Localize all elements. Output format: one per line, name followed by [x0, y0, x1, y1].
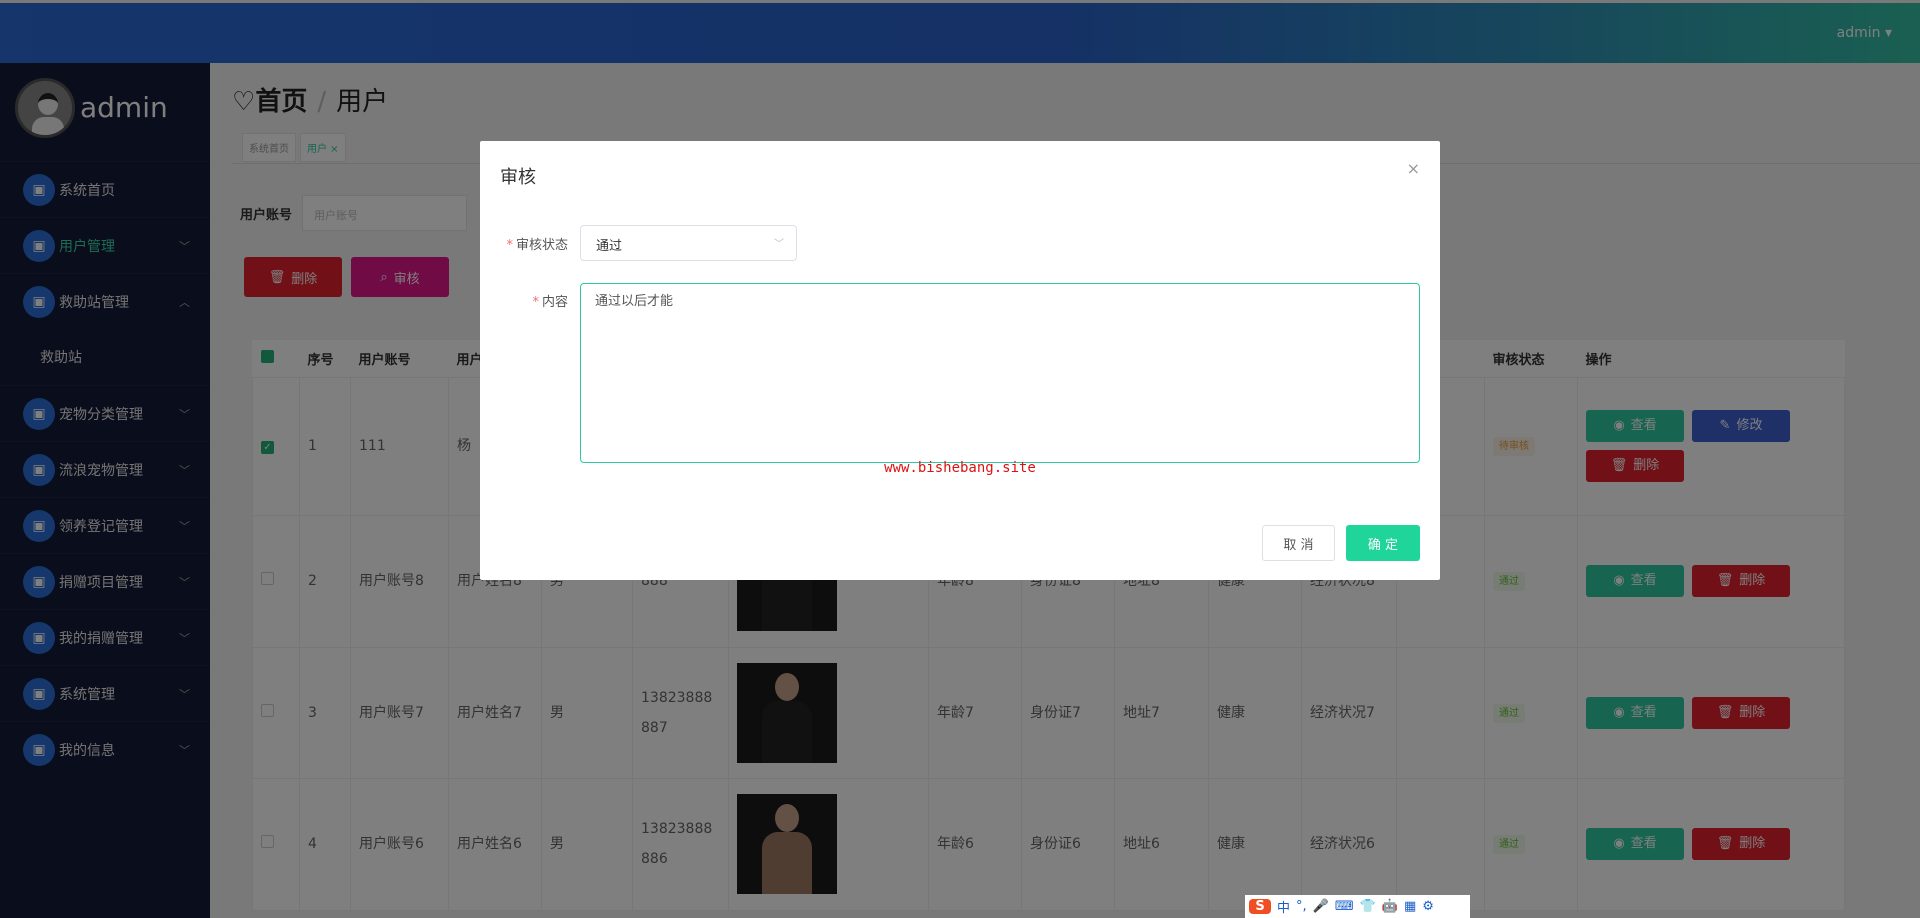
audit-dialog: 审核 × * 审核状态 通过 ﹀ * 内容 通过以后才能 www.bishebang.…	[480, 141, 1440, 580]
cancel-button[interactable]: 取 消	[1262, 525, 1335, 561]
ime-item[interactable]: 中	[1277, 897, 1290, 916]
close-icon[interactable]: ×	[1407, 159, 1420, 178]
dialog-title: 审核	[500, 167, 536, 188]
watermark: www.bishebang.site	[884, 460, 1036, 476]
ime-item[interactable]: 🎤	[1313, 899, 1329, 914]
ime-item[interactable]: ⚙	[1422, 899, 1434, 914]
ime-item[interactable]: ⌨	[1335, 899, 1354, 914]
ime-item[interactable]: °,	[1296, 899, 1307, 914]
status-value: 通过	[596, 239, 623, 254]
status-field-label: * 审核状态	[506, 238, 568, 253]
content-textarea[interactable]: 通过以后才能	[580, 283, 1420, 463]
chevron-down-icon: ﹀	[774, 239, 784, 250]
status-select[interactable]: 通过 ﹀	[580, 225, 797, 261]
content-field-label: * 内容	[532, 295, 568, 310]
ime-item[interactable]: 🤖	[1382, 899, 1398, 914]
ime-item[interactable]: ▦	[1404, 899, 1416, 914]
ime-toolbar[interactable]: S 中 °, 🎤 ⌨ 👕 🤖 ▦ ⚙	[1245, 895, 1470, 918]
ime-item[interactable]: 👕	[1360, 899, 1376, 914]
confirm-button[interactable]: 确 定	[1346, 525, 1420, 561]
sogou-logo: S	[1249, 899, 1271, 914]
